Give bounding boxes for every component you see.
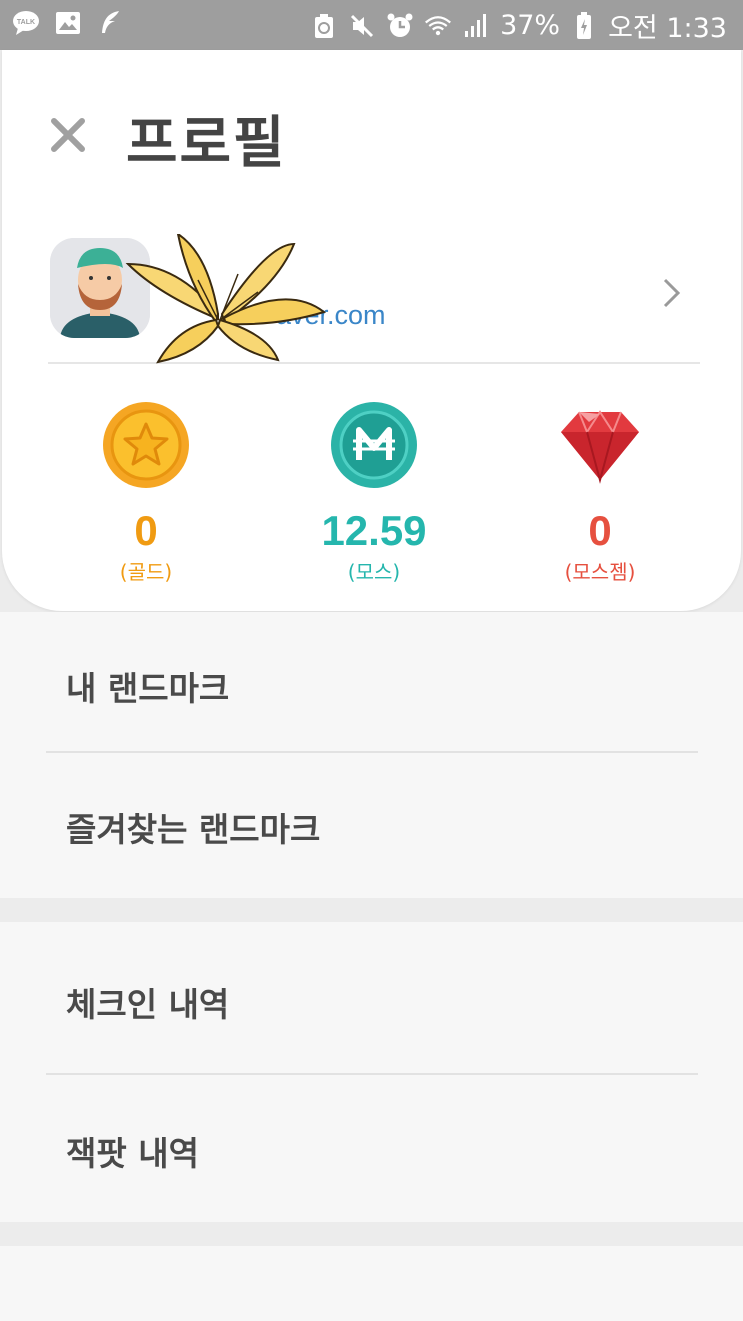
gold-coin-icon <box>101 400 191 490</box>
mute-icon <box>348 12 376 40</box>
chevron-right-icon[interactable] <box>660 276 684 310</box>
gem-icon <box>555 400 645 490</box>
lily-sticker <box>118 231 328 364</box>
mosgem-amount: 0 <box>588 507 612 554</box>
mosgem-balance: 0 (모스젬) <box>500 400 700 585</box>
profile-row[interactable]: aver.com <box>48 231 700 364</box>
feather-icon <box>96 9 124 37</box>
menu-item-label: 잭팟 내역 <box>66 1134 199 1173</box>
page-title: 프로필 <box>126 111 287 176</box>
mos-balance: 12.59 (모스) <box>274 400 474 585</box>
clock: 오전 1:33 <box>608 13 727 44</box>
wifi-icon <box>424 12 452 40</box>
mos-coin-icon <box>329 400 419 490</box>
svg-text:TALK: TALK <box>17 19 35 26</box>
recycle-icon <box>310 12 338 40</box>
status-bar: TALK 37% 오전 1:33 <box>0 0 743 50</box>
menu-item-checkin-history[interactable]: 체크인 내역 <box>46 922 698 1074</box>
menu-section-landmarks: 내 랜드마크 즐겨찾는 랜드마크 <box>0 612 743 898</box>
gallery-icon <box>54 9 82 37</box>
menu-item-label: 체크인 내역 <box>66 985 230 1024</box>
gold-balance: 0 (골드) <box>46 400 246 585</box>
menu-item-label: 즐겨찾는 랜드마크 <box>66 810 321 849</box>
signal-icon <box>462 12 490 40</box>
gold-amount: 0 <box>134 507 158 554</box>
profile-card: 프로필 aver.com 0 (골드) 12.59 (모스) 0 (모스젬) <box>2 50 741 611</box>
battery-percent: 37% <box>500 10 561 41</box>
talk-icon: TALK <box>12 9 40 37</box>
mos-amount: 12.59 <box>321 507 427 554</box>
menu-item-my-landmarks[interactable]: 내 랜드마크 <box>46 612 698 752</box>
menu-section-history: 체크인 내역 잭팟 내역 <box>0 922 743 1222</box>
close-button[interactable] <box>48 115 88 155</box>
menu-item-label: 내 랜드마크 <box>66 669 230 708</box>
gold-label: (골드) <box>119 560 173 584</box>
bottom-area <box>0 1246 743 1321</box>
alarm-icon <box>386 12 414 40</box>
menu-item-jackpot-history[interactable]: 잭팟 내역 <box>46 1075 698 1222</box>
mosgem-label: (모스젬) <box>564 560 636 584</box>
battery-icon <box>570 11 598 40</box>
menu-item-favorite-landmarks[interactable]: 즐겨찾는 랜드마크 <box>46 753 698 898</box>
close-icon <box>51 118 85 152</box>
mos-label: (모스) <box>347 560 401 584</box>
